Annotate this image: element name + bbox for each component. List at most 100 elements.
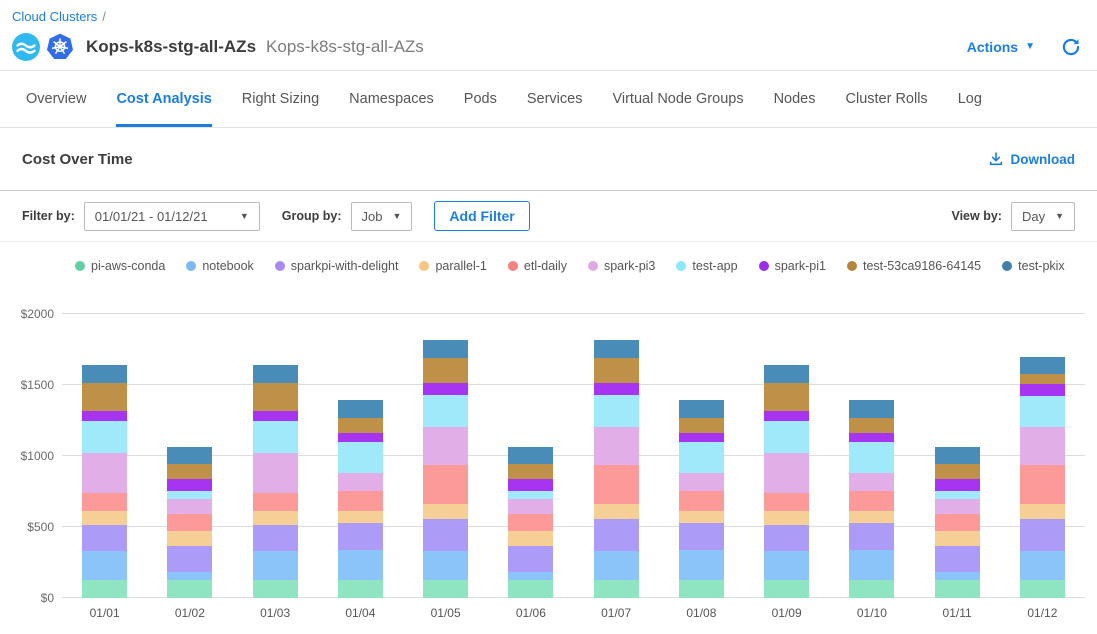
bar-segment-parallel-1[interactable]: [764, 511, 809, 524]
bar-segment-parallel-1[interactable]: [679, 511, 724, 523]
bar-segment-notebook[interactable]: [508, 572, 553, 580]
bar-segment-etl-daily[interactable]: [849, 491, 894, 512]
bar-segment-test-app[interactable]: [338, 442, 383, 473]
bar-segment-spark-pi1[interactable]: [253, 411, 298, 422]
bar-segment-test-pkix[interactable]: [167, 447, 212, 464]
view-by-select[interactable]: Day ▼: [1011, 202, 1075, 231]
bar-segment-test-app[interactable]: [849, 442, 894, 473]
bar-segment-test-pkix[interactable]: [935, 447, 980, 464]
date-range-select[interactable]: 01/01/21 - 01/12/21 ▼: [84, 202, 260, 231]
bar-segment-notebook[interactable]: [935, 572, 980, 580]
bar-segment-test-53ca9186-64145[interactable]: [167, 464, 212, 479]
bar-segment-notebook[interactable]: [167, 572, 212, 580]
bar-segment-spark-pi3[interactable]: [764, 453, 809, 493]
bar-segment-pi-aws-conda[interactable]: [594, 580, 639, 598]
bar-segment-etl-daily[interactable]: [935, 514, 980, 532]
bar-segment-notebook[interactable]: [253, 551, 298, 579]
bar-segment-test-pkix[interactable]: [849, 400, 894, 418]
bar-segment-sparkpi-with-delight[interactable]: [82, 525, 127, 551]
legend-item-pi-aws-conda[interactable]: pi-aws-conda: [75, 259, 165, 273]
bar-segment-sparkpi-with-delight[interactable]: [1020, 519, 1065, 552]
tab-cost-analysis[interactable]: Cost Analysis: [116, 71, 211, 127]
bar-segment-pi-aws-conda[interactable]: [167, 580, 212, 598]
bar-segment-sparkpi-with-delight[interactable]: [508, 546, 553, 572]
bar-segment-pi-aws-conda[interactable]: [253, 580, 298, 598]
bar-segment-test-pkix[interactable]: [679, 400, 724, 418]
tab-virtual-node-groups[interactable]: Virtual Node Groups: [612, 71, 743, 127]
bar-segment-pi-aws-conda[interactable]: [764, 580, 809, 598]
bar-segment-spark-pi1[interactable]: [935, 479, 980, 491]
bar-segment-spark-pi3[interactable]: [253, 453, 298, 493]
bar-segment-etl-daily[interactable]: [338, 491, 383, 512]
bar-segment-sparkpi-with-delight[interactable]: [338, 523, 383, 549]
bar-segment-notebook[interactable]: [764, 551, 809, 579]
bar-segment-sparkpi-with-delight[interactable]: [253, 525, 298, 551]
bar-segment-parallel-1[interactable]: [508, 531, 553, 546]
bar-segment-notebook[interactable]: [594, 551, 639, 579]
bar-segment-sparkpi-with-delight[interactable]: [764, 525, 809, 551]
bar-segment-test-53ca9186-64145[interactable]: [679, 418, 724, 432]
bar-segment-test-app[interactable]: [82, 421, 127, 453]
bar-segment-spark-pi1[interactable]: [423, 383, 468, 395]
bar-segment-parallel-1[interactable]: [167, 531, 212, 546]
bar-segment-spark-pi1[interactable]: [338, 433, 383, 442]
refresh-icon[interactable]: [1061, 37, 1081, 57]
legend-item-test-53ca9186-64145[interactable]: test-53ca9186-64145: [847, 259, 981, 273]
bar-segment-etl-daily[interactable]: [508, 514, 553, 532]
bar-segment-spark-pi3[interactable]: [82, 453, 127, 493]
legend-item-notebook[interactable]: notebook: [186, 259, 253, 273]
bar-segment-test-pkix[interactable]: [82, 365, 127, 383]
bar-segment-spark-pi1[interactable]: [508, 479, 553, 491]
bar-segment-parallel-1[interactable]: [82, 511, 127, 524]
bar-segment-spark-pi1[interactable]: [679, 433, 724, 442]
bar-segment-test-app[interactable]: [508, 491, 553, 500]
bar-segment-parallel-1[interactable]: [594, 504, 639, 519]
tab-nodes[interactable]: Nodes: [774, 71, 816, 127]
bar-segment-test-53ca9186-64145[interactable]: [849, 418, 894, 432]
bar-segment-pi-aws-conda[interactable]: [508, 580, 553, 598]
bar-segment-parallel-1[interactable]: [253, 511, 298, 524]
bar-segment-test-app[interactable]: [167, 491, 212, 500]
legend-item-test-pkix[interactable]: test-pkix: [1002, 259, 1065, 273]
legend-item-spark-pi1[interactable]: spark-pi1: [759, 259, 826, 273]
legend-item-spark-pi3[interactable]: spark-pi3: [588, 259, 655, 273]
tab-cluster-rolls[interactable]: Cluster Rolls: [846, 71, 928, 127]
bar-segment-notebook[interactable]: [82, 551, 127, 579]
tab-services[interactable]: Services: [527, 71, 583, 127]
bar-segment-spark-pi3[interactable]: [338, 473, 383, 491]
bar-segment-test-53ca9186-64145[interactable]: [764, 383, 809, 411]
bar-segment-spark-pi1[interactable]: [594, 383, 639, 395]
bar-segment-parallel-1[interactable]: [423, 504, 468, 519]
bar-segment-etl-daily[interactable]: [253, 493, 298, 511]
bar-segment-parallel-1[interactable]: [935, 531, 980, 546]
bar-segment-spark-pi3[interactable]: [679, 473, 724, 491]
bar-segment-etl-daily[interactable]: [764, 493, 809, 511]
bar-segment-etl-daily[interactable]: [423, 465, 468, 504]
bar-segment-test-pkix[interactable]: [253, 365, 298, 383]
bar-segment-etl-daily[interactable]: [594, 465, 639, 504]
bar-segment-pi-aws-conda[interactable]: [338, 580, 383, 598]
bar-segment-notebook[interactable]: [338, 550, 383, 580]
bar-segment-sparkpi-with-delight[interactable]: [935, 546, 980, 572]
legend-item-test-app[interactable]: test-app: [676, 259, 737, 273]
bar-segment-test-pkix[interactable]: [1020, 357, 1065, 373]
bar-segment-etl-daily[interactable]: [82, 493, 127, 511]
bar-segment-test-app[interactable]: [1020, 396, 1065, 427]
bar-segment-test-pkix[interactable]: [423, 340, 468, 358]
bar-segment-spark-pi3[interactable]: [1020, 427, 1065, 465]
bar-segment-spark-pi1[interactable]: [1020, 384, 1065, 397]
download-button[interactable]: Download: [988, 151, 1076, 167]
bar-segment-test-53ca9186-64145[interactable]: [253, 383, 298, 411]
bar-segment-test-app[interactable]: [594, 395, 639, 427]
tab-log[interactable]: Log: [958, 71, 982, 127]
bar-segment-pi-aws-conda[interactable]: [849, 580, 894, 598]
bar-segment-test-app[interactable]: [679, 442, 724, 473]
bar-segment-test-53ca9186-64145[interactable]: [82, 383, 127, 411]
bar-segment-notebook[interactable]: [1020, 551, 1065, 579]
bar-segment-test-pkix[interactable]: [508, 447, 553, 464]
bar-segment-notebook[interactable]: [423, 551, 468, 579]
tab-namespaces[interactable]: Namespaces: [349, 71, 434, 127]
add-filter-button[interactable]: Add Filter: [434, 201, 529, 231]
legend-item-parallel-1[interactable]: parallel-1: [419, 259, 486, 273]
bar-segment-pi-aws-conda[interactable]: [423, 580, 468, 598]
